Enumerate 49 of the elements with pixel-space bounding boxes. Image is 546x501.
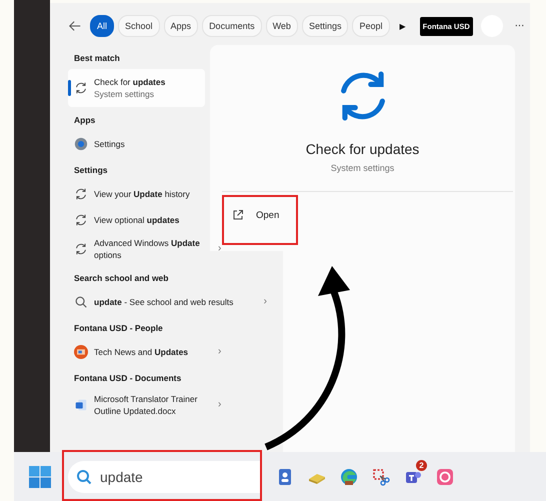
result-item[interactable]: update - See school and web results › [68,289,275,315]
result-item[interactable]: Microsoft Translator Trainer Outline Updated.docx › [68,389,275,421]
result-item[interactable]: Tech News and Updates › [68,339,275,365]
filter-tab[interactable]: All [90,15,114,37]
filter-tab[interactable]: Documents [202,15,262,37]
section-heading: Fontana USD - Documents [74,372,182,384]
app-icon[interactable] [340,468,358,486]
chevron-icon: › [218,399,222,411]
search-icon [76,468,92,484]
open-button[interactable]: Open [232,209,280,221]
filter-tab[interactable]: Web [266,15,298,37]
section-heading: Best match [74,52,121,64]
chevron-icon: › [218,346,222,358]
search-box[interactable]: update [68,460,262,492]
gear-icon [74,137,88,151]
group-avatar-icon [74,345,88,359]
result-item[interactable]: Settings [68,131,205,157]
sync-icon [74,242,88,256]
back-icon[interactable] [68,19,82,33]
sync-icon [74,187,88,201]
filter-tab[interactable]: School [118,15,160,37]
search-icon [74,295,88,309]
chevron-icon: › [218,243,222,255]
more-filters-button[interactable]: ▶ [400,22,406,30]
search-field[interactable]: update [100,462,262,492]
detail-subtitle: System settings [330,163,394,173]
result-item[interactable]: Check for updates System settings [68,69,205,107]
open-external-icon [232,209,244,221]
detail-title: Check for updates [306,141,420,157]
section-heading: Apps [74,114,96,126]
section-heading: Settings [74,164,109,176]
notification-badge: 2 [416,460,427,470]
app-icon[interactable] [436,468,454,486]
app-icon[interactable] [372,468,390,486]
result-item[interactable]: View your Update history [68,181,205,207]
filter-tab[interactable]: Peopl [352,15,390,37]
result-item[interactable]: Advanced Windows Update options › [68,233,275,265]
app-icon[interactable] [276,468,294,486]
sync-icon [74,213,88,227]
start-icon[interactable] [28,464,52,488]
document-icon [74,398,88,412]
chevron-icon: › [264,296,267,308]
section-heading: Search school and web [74,272,170,284]
section-heading: Fontana USD - People [74,322,164,334]
filter-tab[interactable]: Settings [302,15,348,37]
more-button[interactable]: ··· [514,20,524,32]
sync-icon [74,81,88,95]
filter-tab[interactable]: Apps [164,15,198,37]
result-item[interactable]: View optional updates [68,207,205,233]
